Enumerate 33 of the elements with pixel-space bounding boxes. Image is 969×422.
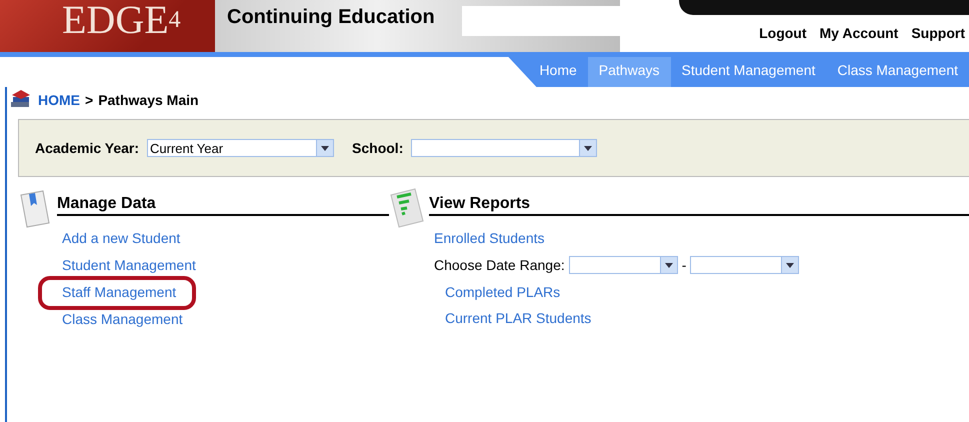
manage-data-link[interactable]: Staff Management	[62, 284, 176, 300]
breadcrumb-separator: >	[85, 92, 94, 108]
nav-tab[interactable]: Pathways	[588, 57, 670, 87]
header-link[interactable]: Logout	[759, 25, 807, 41]
date-range-label: Choose Date Range:	[434, 257, 565, 273]
app-title: Continuing Education	[227, 6, 435, 29]
range-separator: -	[682, 257, 686, 273]
academic-year-select[interactable]: Current Year	[147, 139, 334, 157]
breadcrumb-home-link[interactable]: HOME	[38, 92, 80, 108]
manage-data-link[interactable]: Student Management	[62, 257, 196, 273]
nav-tab[interactable]: Home	[528, 57, 588, 87]
report-link[interactable]: Current PLAR Students	[445, 310, 592, 326]
report-link[interactable]: Enrolled Students	[434, 230, 545, 246]
nav-tab[interactable]: Student Management	[670, 57, 826, 87]
dropdown-arrow-icon	[786, 262, 794, 268]
field-label: School:	[352, 140, 404, 156]
end-date-select[interactable]	[690, 256, 800, 274]
section-heading: View Reports	[429, 195, 969, 216]
report-link[interactable]: Completed PLARs	[445, 284, 560, 300]
school-select[interactable]	[411, 139, 598, 157]
manage-data-link[interactable]: Add a new Student	[62, 230, 180, 246]
field-label: Academic Year:	[35, 140, 140, 156]
dropdown-arrow-icon	[664, 262, 673, 268]
dropdown-arrow-icon	[584, 146, 592, 150]
dropdown-arrow-icon	[321, 146, 330, 150]
section-heading: Manage Data	[57, 195, 389, 216]
report-icon	[389, 187, 425, 229]
start-date-select[interactable]	[568, 256, 678, 274]
breadcrumb-current: Pathways Main	[98, 92, 199, 108]
manage-data-link[interactable]: Class Management	[62, 311, 183, 327]
header-link[interactable]: Support	[911, 25, 965, 41]
nav-tab[interactable]: Class Management	[826, 57, 969, 87]
header-link[interactable]: My Account	[820, 25, 898, 41]
